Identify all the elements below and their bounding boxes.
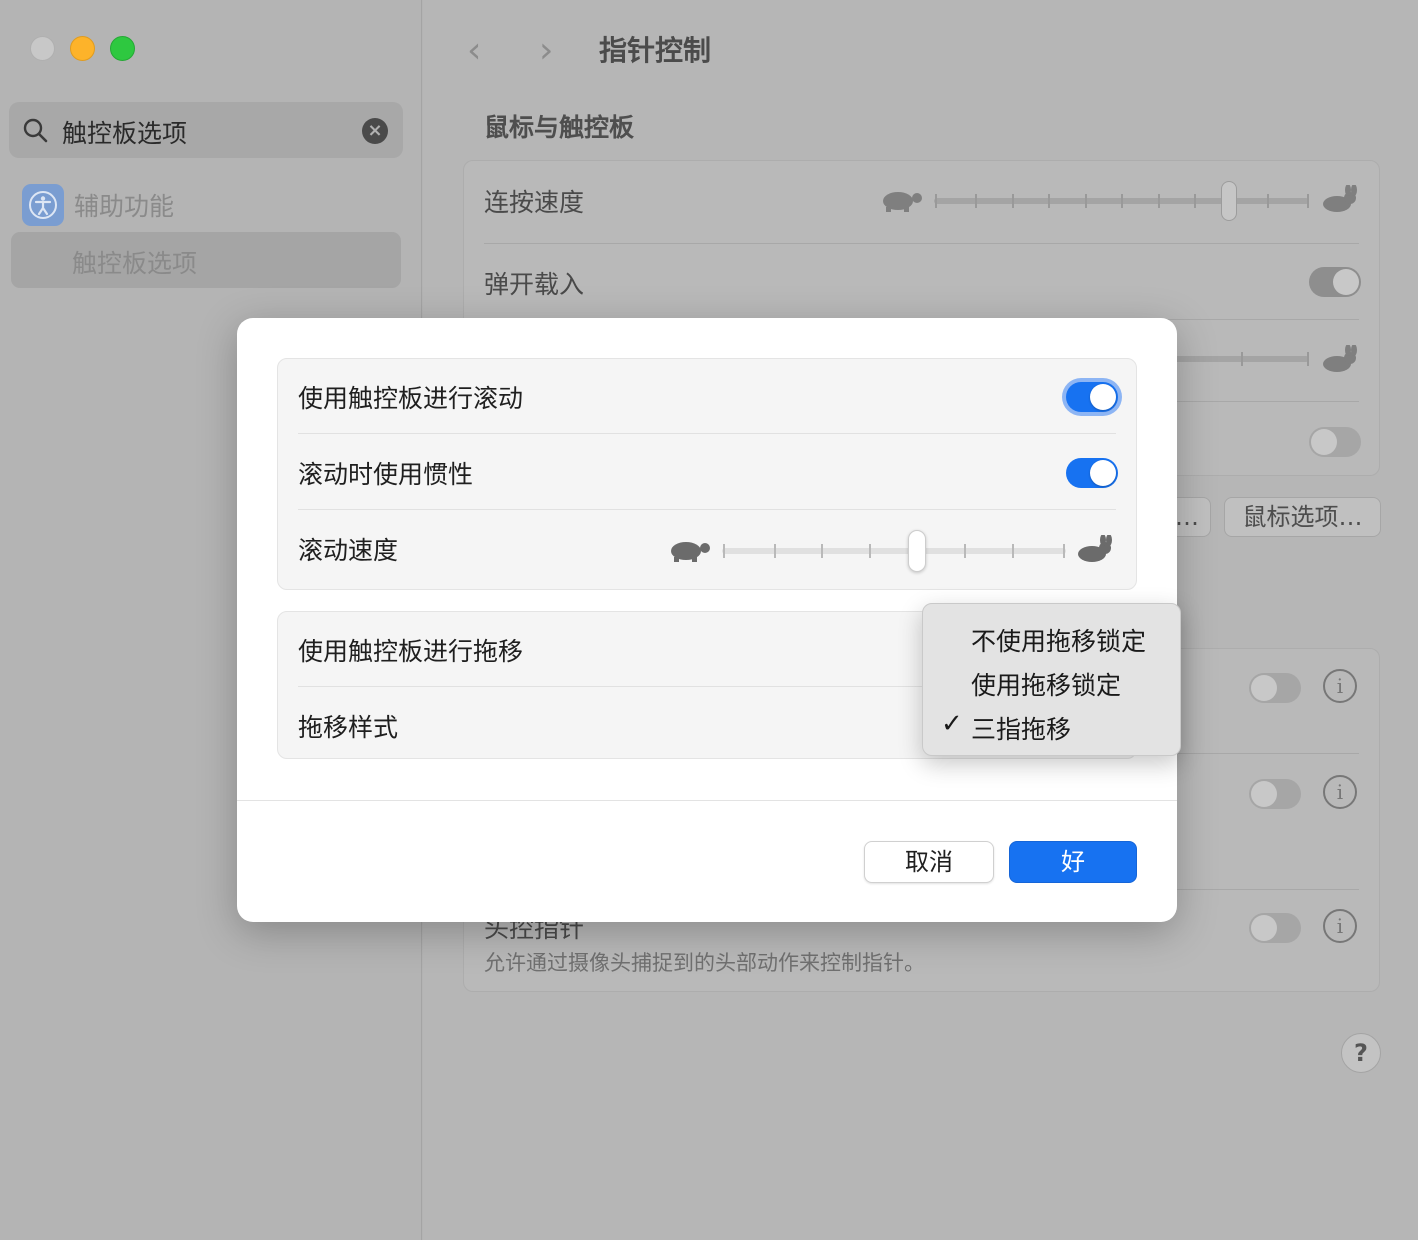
use-trackpad-drag-label: 使用触控板进行拖移 bbox=[298, 637, 524, 666]
slider-tick bbox=[935, 194, 937, 208]
slider-tick bbox=[1158, 194, 1160, 208]
forward-button[interactable]: › bbox=[539, 30, 553, 71]
footer-divider bbox=[237, 800, 1177, 801]
rabbit-icon bbox=[1323, 185, 1357, 212]
trackpad-speed-track[interactable] bbox=[1164, 356, 1309, 362]
turtle-icon bbox=[671, 542, 710, 562]
use-trackpad-scroll-label: 使用触控板进行滚动 bbox=[298, 384, 524, 413]
search-field[interactable]: 触控板选项 × bbox=[9, 102, 403, 158]
slider-tick bbox=[1194, 194, 1196, 208]
slider-tick bbox=[1307, 194, 1309, 208]
row-divider bbox=[298, 433, 1116, 434]
menu-item-three-finger-drag[interactable]: ✓ 三指拖移 bbox=[923, 703, 1182, 747]
rabbit-icon bbox=[1078, 535, 1112, 562]
menu-item-drag-lock[interactable]: 使用拖移锁定 bbox=[923, 659, 1182, 703]
scroll-speed-knob[interactable] bbox=[908, 530, 926, 572]
inertia-label: 滚动时使用惯性 bbox=[298, 460, 474, 489]
cancel-button[interactable]: 取消 bbox=[864, 841, 994, 883]
spring-loading-toggle[interactable] bbox=[1309, 267, 1361, 297]
slider-tick bbox=[774, 544, 776, 558]
window-close-button[interactable] bbox=[30, 36, 55, 61]
slider-tick bbox=[723, 544, 725, 558]
slider-tick bbox=[1012, 544, 1014, 558]
info-icon[interactable]: i bbox=[1323, 909, 1357, 943]
scrolling-card: 使用触控板进行滚动 滚动时使用惯性 滚动速度 bbox=[277, 358, 1137, 590]
spring-loading-label: 弹开载入 bbox=[484, 270, 585, 299]
menu-item-label: 不使用拖移锁定 bbox=[971, 627, 1147, 656]
accessibility-icon bbox=[22, 184, 64, 226]
drag-style-menu: 不使用拖移锁定 使用拖移锁定 ✓ 三指拖移 bbox=[922, 603, 1181, 756]
search-input[interactable]: 触控板选项 bbox=[62, 114, 187, 150]
slider-tick bbox=[1267, 194, 1269, 208]
slider-tick bbox=[1241, 352, 1243, 366]
drag-style-label: 拖移样式 bbox=[298, 713, 399, 742]
slider-tick bbox=[1048, 194, 1050, 208]
search-icon bbox=[23, 118, 48, 143]
help-button[interactable]: ? bbox=[1341, 1033, 1381, 1073]
turtle-icon bbox=[883, 192, 922, 212]
slider-tick bbox=[821, 544, 823, 558]
head-pointer-description: 允许通过摄像头捕捉到的头部动作来控制指针。 bbox=[484, 951, 925, 975]
setting-toggle[interactable] bbox=[1249, 779, 1301, 809]
sidebar-item-label: 触控板选项 bbox=[72, 249, 198, 278]
setting-toggle[interactable] bbox=[1249, 673, 1301, 703]
mouse-options-button[interactable]: 鼠标选项… bbox=[1224, 497, 1381, 537]
slider-tick bbox=[964, 544, 966, 558]
use-trackpad-scroll-toggle[interactable] bbox=[1066, 382, 1118, 412]
double-click-speed-knob[interactable] bbox=[1221, 181, 1237, 221]
back-button[interactable]: ‹ bbox=[467, 30, 481, 71]
menu-item-label: 使用拖移锁定 bbox=[971, 671, 1122, 700]
inertia-toggle[interactable] bbox=[1066, 458, 1118, 488]
slider-tick bbox=[975, 194, 977, 208]
slider-tick bbox=[1307, 352, 1309, 366]
window-minimize-button[interactable] bbox=[70, 36, 95, 61]
checkmark-icon: ✓ bbox=[941, 709, 963, 739]
page-title: 指针控制 bbox=[599, 34, 712, 67]
scroll-speed-label: 滚动速度 bbox=[298, 536, 399, 565]
ok-button[interactable]: 好 bbox=[1009, 841, 1137, 883]
double-click-speed-label: 连按速度 bbox=[484, 188, 585, 217]
head-pointer-toggle[interactable] bbox=[1249, 913, 1301, 943]
section-title: 鼠标与触控板 bbox=[484, 113, 635, 142]
menu-item-no-drag-lock[interactable]: 不使用拖移锁定 bbox=[923, 615, 1182, 659]
slider-tick bbox=[1012, 194, 1014, 208]
setting-toggle[interactable] bbox=[1309, 427, 1361, 457]
row-divider bbox=[298, 509, 1116, 510]
rabbit-icon bbox=[1323, 345, 1357, 372]
row-divider bbox=[484, 243, 1359, 244]
info-icon[interactable]: i bbox=[1323, 669, 1357, 703]
sidebar-item-accessibility[interactable]: 辅助功能 bbox=[22, 184, 174, 226]
clear-search-icon[interactable]: × bbox=[362, 118, 388, 144]
window-zoom-button[interactable] bbox=[110, 36, 135, 61]
info-icon[interactable]: i bbox=[1323, 775, 1357, 809]
menu-item-label: 三指拖移 bbox=[971, 715, 1072, 744]
sidebar-item-trackpad-options[interactable]: 触控板选项 bbox=[11, 232, 401, 288]
slider-tick bbox=[1085, 194, 1087, 208]
slider-tick bbox=[1121, 194, 1123, 208]
sidebar-item-label: 辅助功能 bbox=[74, 192, 175, 221]
slider-tick bbox=[1063, 544, 1065, 558]
slider-tick bbox=[869, 544, 871, 558]
